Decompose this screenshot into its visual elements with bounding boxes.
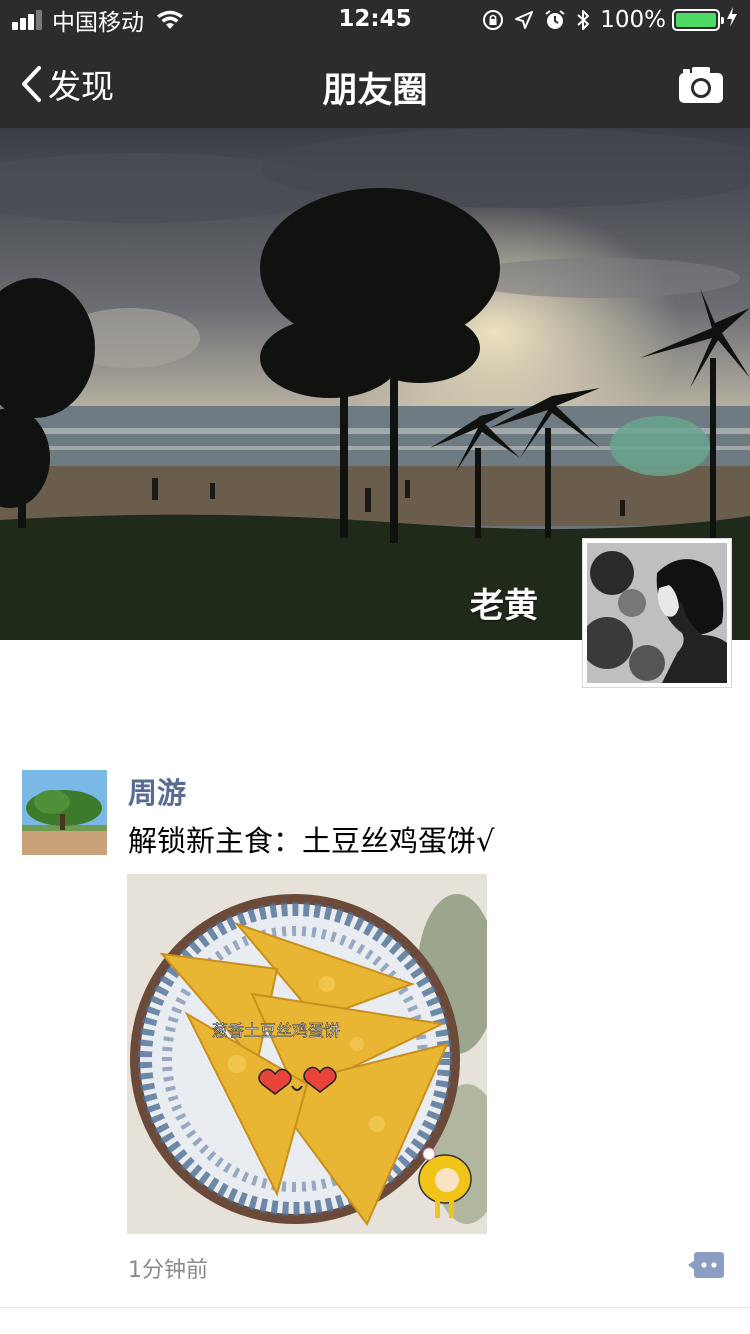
- photo-caption: 葱香土豆丝鸡蛋饼: [212, 1021, 340, 1040]
- profile-avatar-image: [587, 543, 727, 683]
- battery-fill: [676, 13, 716, 27]
- moments-screen: 中国移动 12:45 100% 发现 朋友圈 老黄 周游 解锁新主食：土豆丝鸡蛋…: [0, 0, 750, 1334]
- location-icon: [514, 10, 534, 30]
- page-title: 朋友圈: [322, 71, 428, 111]
- post-photo[interactable]: 葱香土豆丝鸡蛋饼: [127, 874, 487, 1234]
- alarm-icon: [544, 9, 566, 31]
- top-bar: 中国移动 12:45 100% 发现 朋友圈: [0, 0, 750, 128]
- rotation-lock-icon: [482, 9, 504, 31]
- post-author-avatar-image: [22, 770, 107, 855]
- battery-icon: [672, 9, 724, 31]
- post-author-name[interactable]: 周游: [128, 770, 186, 812]
- profile-name: 老黄: [470, 586, 538, 626]
- charging-bolt-icon: [726, 6, 738, 34]
- post-author-avatar[interactable]: [22, 770, 107, 855]
- post-timestamp: 1分钟前: [128, 1258, 208, 1283]
- post-photo-image: 葱香土豆丝鸡蛋饼: [127, 874, 487, 1234]
- nav-bar: 发现 朋友圈: [0, 40, 750, 128]
- comment-icon[interactable]: [688, 1250, 726, 1280]
- post-divider: [0, 1307, 750, 1308]
- status-bar: 中国移动 12:45 100%: [0, 0, 750, 40]
- post-text: 解锁新主食：土豆丝鸡蛋饼√: [128, 824, 495, 858]
- profile-avatar[interactable]: [582, 538, 732, 688]
- status-right: 100%: [472, 6, 738, 34]
- battery-percent: 100%: [600, 7, 666, 33]
- camera-icon[interactable]: [678, 66, 724, 104]
- bluetooth-icon: [576, 9, 590, 31]
